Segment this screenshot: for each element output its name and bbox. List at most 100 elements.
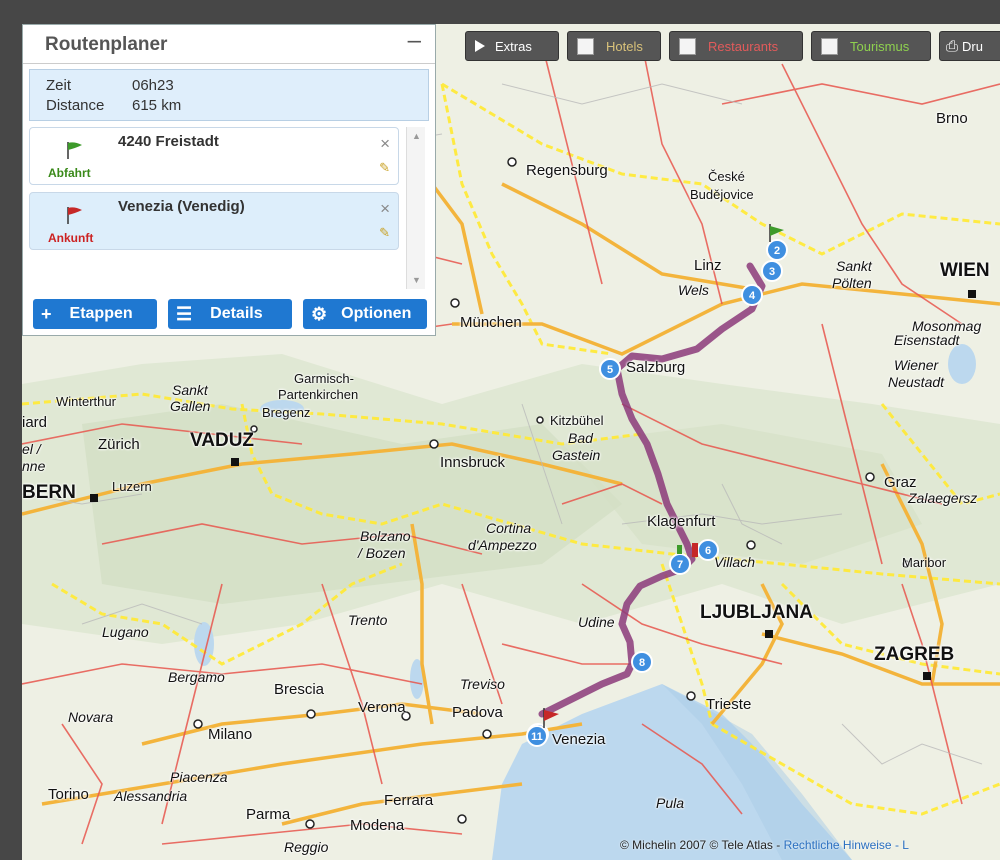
route-marker[interactable]: 5 <box>599 358 621 380</box>
optionen-button[interactable]: ⚙ Optionen <box>303 299 427 329</box>
route-marker[interactable]: 4 <box>741 284 763 306</box>
route-marker[interactable]: 2 <box>766 239 788 261</box>
printer-icon: ⎙ <box>946 37 959 55</box>
svg-text:2: 2 <box>774 245 780 257</box>
map-label: Brno <box>936 110 968 127</box>
plus-icon: + <box>41 303 52 324</box>
panel-title: Routenplaner <box>45 34 168 55</box>
panel-header: Routenplaner – <box>23 25 435 64</box>
map-label: BERN <box>22 482 76 503</box>
checkbox-icon[interactable] <box>577 37 594 55</box>
map-label: el / <box>22 441 41 457</box>
stop-name: 4240 Freistadt <box>118 133 219 150</box>
route-marker[interactable]: 11 <box>526 725 548 747</box>
map-label: Padova <box>452 704 503 721</box>
map-label: Venezia <box>552 731 606 748</box>
map-label: Verona <box>358 699 406 716</box>
departure-stop[interactable]: 4240 Freistadt Abfahrt × ✎ <box>29 127 399 185</box>
tourismus-label: Tourismus <box>850 38 910 54</box>
hotels-toggle[interactable]: Hotels <box>567 31 661 61</box>
copyright-text: © Michelin 2007 © Tele Atlas - <box>620 838 781 852</box>
map-toolbar: Extras Hotels Restaurants Tourismus ⎙ Dr… <box>465 31 1000 61</box>
distance-value: 615 km <box>132 97 182 114</box>
optionen-label: Optionen <box>341 305 412 322</box>
scroll-up-icon[interactable]: ▲ <box>412 131 421 141</box>
map-label: Villach <box>714 554 755 570</box>
map-label: Regensburg <box>526 162 608 179</box>
map-label: Reggio <box>284 839 329 855</box>
map-label: Budějovice <box>690 187 754 202</box>
stop-role: Ankunft <box>48 231 94 245</box>
map-label: Sankt <box>172 382 208 398</box>
map-label: Udine <box>578 614 615 630</box>
svg-text:5: 5 <box>607 364 613 376</box>
map-label: Klagenfurt <box>647 513 716 530</box>
map-label: Modena <box>350 817 405 834</box>
route-marker[interactable]: 8 <box>631 651 653 673</box>
distance-label: Distance <box>46 97 105 114</box>
map-label: VADUZ <box>190 430 255 451</box>
map-label: Salzburg <box>626 359 686 376</box>
map-label: Wiener <box>894 357 939 373</box>
stop-role: Abfahrt <box>48 166 91 180</box>
map-label: Eisenstadt <box>894 332 960 348</box>
map-label: nne <box>22 458 46 474</box>
details-button[interactable]: ☰ Details <box>168 299 292 329</box>
map-label: ZAGREB <box>874 644 955 665</box>
stop-name: Venezia (Venedig) <box>118 198 245 215</box>
map-label: Alessandria <box>114 788 188 804</box>
map-label: Bregenz <box>262 405 311 420</box>
route-marker[interactable]: 3 <box>761 260 783 282</box>
map-label: Brescia <box>274 681 325 698</box>
restaurants-toggle[interactable]: Restaurants <box>669 31 803 61</box>
extras-label: Extras <box>495 38 532 54</box>
map-label: České <box>708 169 745 184</box>
map-label: Wels <box>678 282 709 298</box>
time-label: Zeit <box>46 77 72 94</box>
route-planner-panel: Routenplaner – Zeit 06h23 Distance 615 k… <box>22 24 436 336</box>
map-label: Maribor <box>902 555 947 570</box>
map-label: Torino <box>48 786 89 803</box>
map-label: Graz <box>884 474 917 491</box>
arrival-stop[interactable]: Venezia (Venedig) Ankunft × ✎ <box>29 192 399 250</box>
minimize-button[interactable]: – <box>408 27 421 55</box>
print-label: Dru <box>962 38 983 54</box>
etappen-label: Etappen <box>69 305 133 322</box>
svg-text:8: 8 <box>639 657 645 669</box>
route-marker[interactable]: 7 <box>669 553 691 575</box>
map-label: Bad <box>568 430 593 446</box>
restaurants-label: Restaurants <box>708 38 779 54</box>
map-label: Sankt <box>836 258 872 274</box>
print-button[interactable]: ⎙ Dru <box>939 31 1000 61</box>
svg-text:11: 11 <box>531 731 543 743</box>
stops-scrollbar[interactable]: ▲ ▼ <box>406 127 425 289</box>
checkbox-icon[interactable] <box>821 37 838 55</box>
map-label: Pölten <box>832 275 872 291</box>
map-label: d'Ampezzo <box>468 537 537 553</box>
remove-stop-icon[interactable]: × <box>380 134 390 154</box>
checkbox-icon[interactable] <box>679 37 696 55</box>
map-label: Innsbruck <box>440 454 506 471</box>
etappen-button[interactable]: + Etappen <box>33 299 157 329</box>
map-label: Partenkirchen <box>278 387 359 402</box>
map-label: Trento <box>348 612 388 628</box>
extras-button[interactable]: Extras <box>465 31 559 61</box>
map-label: Gallen <box>170 398 211 414</box>
tourismus-toggle[interactable]: Tourismus <box>811 31 931 61</box>
map-label: Neustadt <box>888 374 945 390</box>
scroll-down-icon[interactable]: ▼ <box>412 275 421 285</box>
remove-stop-icon[interactable]: × <box>380 199 390 219</box>
legal-notice-link[interactable]: Rechtliche Hinweise - L <box>784 838 909 852</box>
map-label: WIEN <box>940 260 990 281</box>
map-label: Novara <box>68 709 114 725</box>
copyright-notice: © Michelin 2007 © Tele Atlas - Rechtlich… <box>620 838 909 852</box>
svg-text:7: 7 <box>677 559 683 571</box>
map-label: Ferrara <box>384 792 434 809</box>
details-label: Details <box>210 305 263 322</box>
map-label: Winterthur <box>56 394 116 409</box>
svg-text:3: 3 <box>769 266 775 278</box>
map-label: Lugano <box>102 624 149 640</box>
map-label: Garmisch- <box>294 371 354 386</box>
edit-pencil-icon[interactable]: ✎ <box>379 160 390 176</box>
edit-pencil-icon[interactable]: ✎ <box>379 225 390 241</box>
